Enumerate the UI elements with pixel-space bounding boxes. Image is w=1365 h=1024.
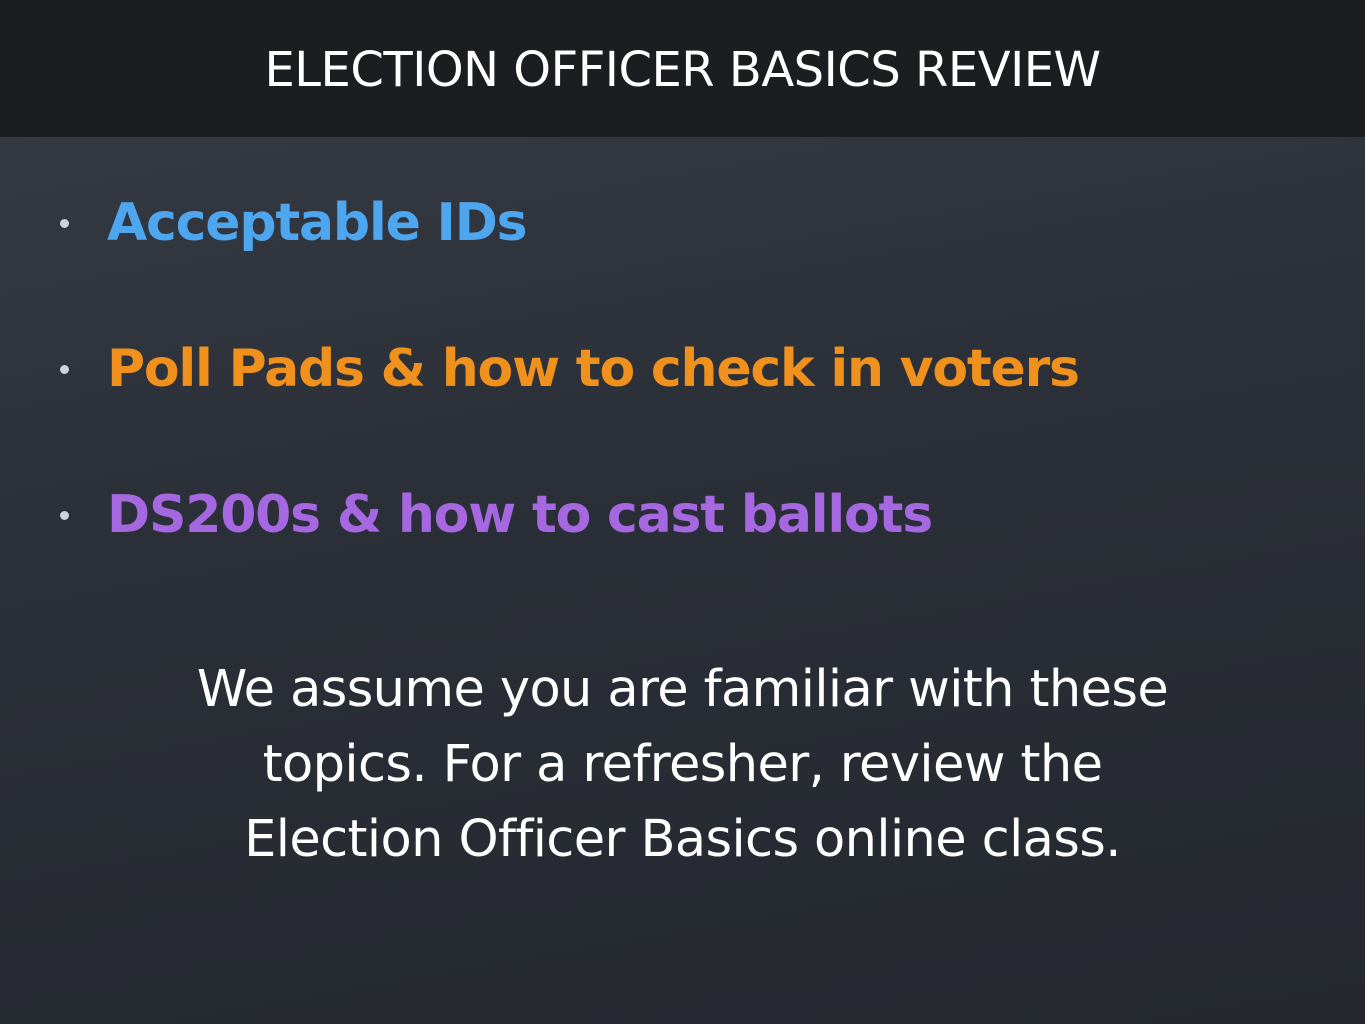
refresher-note: We assume you are familiar with these to… bbox=[150, 652, 1215, 877]
bullet-text: Poll Pads & how to check in voters bbox=[107, 339, 1080, 399]
note-line: We assume you are familiar with these bbox=[196, 660, 1169, 719]
slide-title: ELECTION OFFICER BASICS REVIEW bbox=[264, 42, 1101, 98]
bullet-dot-icon bbox=[60, 510, 69, 520]
bullet-dot-icon bbox=[60, 364, 69, 374]
bullet-item-poll-pads: Poll Pads & how to check in voters bbox=[60, 334, 1080, 404]
bullet-text: DS200s & how to cast ballots bbox=[107, 485, 933, 545]
note-line: Election Officer Basics online class. bbox=[244, 810, 1121, 869]
slide: ELECTION OFFICER BASICS REVIEW Acceptabl… bbox=[0, 0, 1365, 1024]
bullet-text: Acceptable IDs bbox=[107, 193, 528, 253]
title-bar: ELECTION OFFICER BASICS REVIEW bbox=[0, 0, 1365, 137]
bullet-item-ds200s: DS200s & how to cast ballots bbox=[60, 480, 933, 550]
bullet-dot-icon bbox=[60, 218, 69, 228]
note-line: topics. For a refresher, review the bbox=[262, 735, 1103, 794]
bullet-item-acceptable-ids: Acceptable IDs bbox=[60, 188, 528, 258]
